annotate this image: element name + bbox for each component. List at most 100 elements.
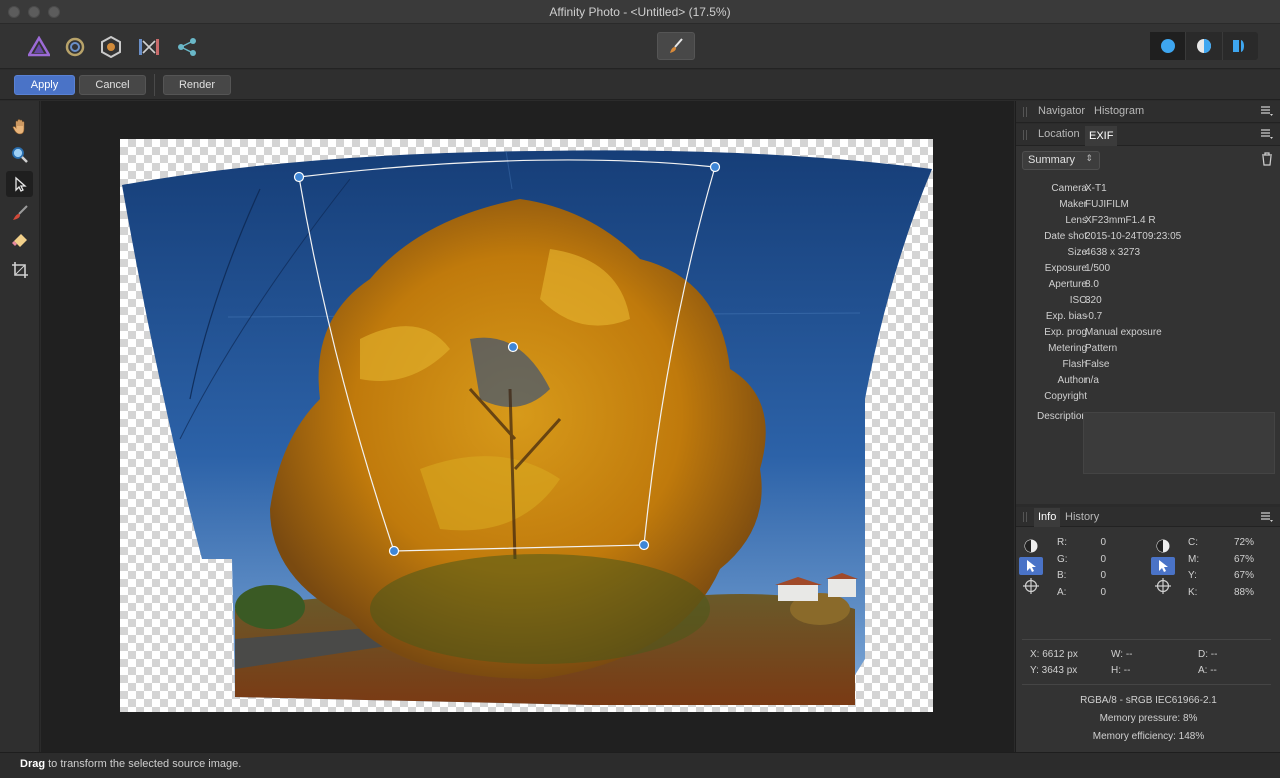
transform-handle-bottom-left[interactable]: [388, 545, 400, 557]
exif-panel: Summary ⇕ Camera X-T1 Maker FUJIFILM Lens XF2…: [1016, 146, 1280, 504]
info-tabs: Info History: [1016, 507, 1280, 527]
eraser-tool[interactable]: [6, 228, 33, 254]
target-sample-icon[interactable]: [1151, 577, 1175, 595]
pointer-sample-icon[interactable]: [1019, 557, 1043, 575]
panel-grip[interactable]: [1023, 130, 1027, 140]
export-persona-icon[interactable]: [174, 34, 200, 60]
render-button[interactable]: Render: [163, 75, 231, 95]
exif-value[interactable]: 2015-10-24T09:23:05: [1085, 231, 1181, 242]
description-label: Description: [1036, 411, 1087, 422]
color-mode-icon[interactable]: [1019, 537, 1043, 555]
exif-value[interactable]: 1/500: [1085, 263, 1110, 274]
channel-label: M:: [1188, 553, 1200, 565]
description-field[interactable]: [1083, 412, 1275, 474]
info-divider: [1022, 639, 1271, 640]
panorama-image[interactable]: [120, 139, 933, 712]
tools-panel: [0, 101, 40, 752]
exif-value[interactable]: False: [1085, 359, 1109, 370]
exif-value[interactable]: Manual exposure: [1085, 327, 1162, 338]
panel-menu-icon[interactable]: [1261, 512, 1273, 522]
exif-row: Aperture 8.0: [1016, 279, 1280, 295]
trash-icon[interactable]: [1261, 152, 1273, 166]
panel-menu-icon[interactable]: [1261, 106, 1273, 116]
exif-value[interactable]: n/a: [1085, 375, 1099, 386]
transform-handle-top-left[interactable]: [293, 171, 305, 183]
channel-value: 72%: [1233, 537, 1254, 548]
channel-value: 67%: [1233, 553, 1254, 565]
window-title: Affinity Photo - <Untitled> (17.5%): [549, 5, 731, 19]
exif-key: Author: [1057, 375, 1087, 386]
exif-value[interactable]: Pattern: [1085, 343, 1117, 354]
tab-navigator[interactable]: Navigator: [1038, 105, 1085, 117]
exif-key: Exp. bias: [1045, 311, 1087, 322]
liquify-persona-icon[interactable]: [62, 34, 88, 60]
exif-key: Metering: [1048, 343, 1087, 354]
channel-value: 0: [1100, 537, 1106, 548]
tone-mapping-persona-icon[interactable]: [136, 34, 162, 60]
transform-handle-center[interactable]: [507, 341, 519, 353]
exif-value[interactable]: 4638 x 3273: [1085, 247, 1140, 258]
cancel-button[interactable]: Cancel: [79, 75, 146, 95]
exif-value[interactable]: X-T1: [1085, 183, 1107, 194]
exif-value[interactable]: 320: [1085, 295, 1102, 306]
tab-info[interactable]: Info: [1034, 508, 1061, 527]
zoom-icon: [11, 147, 28, 163]
memory-efficiency: Memory efficiency: 148%: [1092, 731, 1205, 742]
cursor-y: Y: 3643 px: [1030, 665, 1078, 676]
channel-label: Y:: [1188, 570, 1197, 581]
document-canvas[interactable]: [120, 139, 933, 712]
exif-key: Maker: [1059, 199, 1087, 210]
exif-row: Date shot 2015-10-24T09:23:05: [1016, 231, 1280, 247]
status-hint-bold: Drag: [20, 758, 46, 770]
brush-icon: [670, 38, 683, 53]
blend-mode-button[interactable]: [1186, 32, 1223, 60]
tab-history[interactable]: History: [1065, 511, 1099, 523]
channel-value: 67%: [1233, 570, 1254, 581]
tab-location[interactable]: Location: [1038, 128, 1080, 140]
crop-tool[interactable]: [6, 257, 33, 283]
color-mode-icon[interactable]: [1151, 537, 1175, 555]
tab-exif[interactable]: EXIF: [1085, 126, 1118, 146]
transform-handle-bottom-right[interactable]: [638, 539, 650, 551]
exif-value[interactable]: -0.7: [1085, 311, 1102, 322]
mask-mode-button[interactable]: [1223, 32, 1258, 60]
develop-persona-icon[interactable]: [98, 34, 124, 60]
brush-tool-button[interactable]: [657, 32, 695, 60]
panel-grip[interactable]: [1023, 107, 1027, 117]
selection-width: W: --: [1111, 649, 1133, 660]
tab-histogram[interactable]: Histogram: [1094, 105, 1144, 117]
zoom-tool[interactable]: [6, 142, 33, 168]
exif-row: Maker FUJIFILM: [1016, 199, 1280, 215]
exif-value[interactable]: 8.0: [1085, 279, 1099, 290]
exif-row: Camera X-T1: [1016, 183, 1280, 199]
channel-label: G:: [1057, 553, 1068, 565]
target-sample-icon[interactable]: [1019, 577, 1043, 595]
exif-value[interactable]: FUJIFILM: [1085, 199, 1129, 210]
pointer-sample-icon[interactable]: [1151, 557, 1175, 575]
title-bar: Affinity Photo - <Untitled> (17.5%): [0, 0, 1280, 24]
context-toolbar: Apply Cancel Render: [0, 70, 1280, 100]
status-bar: Drag to transform the selected source im…: [0, 752, 1280, 778]
single-source-mode-button[interactable]: [1150, 32, 1187, 60]
canvas-workspace[interactable]: [41, 101, 1014, 752]
navigator-tabs: Navigator Histogram: [1016, 101, 1280, 123]
exif-row: Copyright: [1016, 391, 1280, 407]
apply-button[interactable]: Apply: [14, 75, 75, 95]
transform-handle-top-right[interactable]: [709, 161, 721, 173]
exif-key: Exposure: [1044, 263, 1087, 274]
exif-row: Exp. bias -0.7: [1016, 311, 1280, 327]
photo-persona-icon[interactable]: [26, 34, 52, 60]
channel-label: R:: [1057, 537, 1067, 548]
hand-tool[interactable]: [6, 114, 33, 140]
color-format: RGBA/8 - sRGB IEC61966-2.1: [1080, 695, 1217, 706]
move-tool[interactable]: [6, 171, 33, 197]
crop-icon: [11, 262, 28, 278]
paint-brush-tool[interactable]: [6, 200, 33, 226]
selection-distance: D: --: [1198, 649, 1218, 660]
exif-view-select[interactable]: Summary ⇕: [1022, 151, 1100, 170]
exif-value[interactable]: XF23mmF1.4 R: [1085, 215, 1156, 226]
panel-menu-icon[interactable]: [1261, 129, 1273, 139]
channel-label: C:: [1188, 537, 1198, 548]
panel-grip[interactable]: [1023, 512, 1027, 522]
brush-icon: [12, 205, 28, 220]
